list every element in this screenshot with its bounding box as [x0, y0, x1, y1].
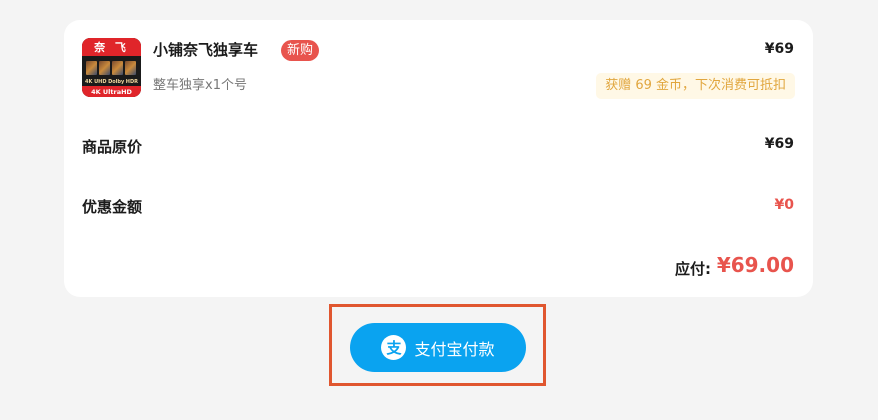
thumbnail-footer: 4K UltraHD [82, 86, 141, 97]
thumbnail-screens [86, 61, 138, 75]
order-card: 奈 飞 4K UHD Dolby HDR 4K UltraHD 小铺奈飞独享车 … [64, 20, 813, 297]
discount-label: 优惠金额 [82, 198, 143, 216]
alipay-button-label: 支付宝付款 [414, 339, 495, 359]
original-price-label: 商品原价 [82, 138, 143, 156]
payable-amount: ¥69.00 [716, 253, 794, 277]
thumbnail-tags: 4K UHD Dolby HDR [85, 79, 138, 85]
product-price: ¥69 [764, 41, 794, 57]
product-thumbnail: 奈 飞 4K UHD Dolby HDR 4K UltraHD [82, 38, 141, 97]
original-price-value: ¥69 [764, 136, 794, 152]
thumbnail-tag: HDR [125, 79, 138, 85]
thumbnail-brand: 奈 飞 [82, 38, 141, 56]
new-purchase-badge: 新购 [281, 40, 320, 61]
checkout-page: 奈 飞 4K UHD Dolby HDR 4K UltraHD 小铺奈飞独享车 … [0, 0, 878, 420]
alipay-icon: 支 [381, 335, 407, 360]
discount-value: ¥0 [774, 197, 794, 213]
thumbnail-tag: Dolby [108, 79, 125, 85]
coin-reward-tip: 获赠 69 金币，下次消费可抵扣 [596, 73, 795, 99]
payable-label: 应付: [675, 260, 711, 278]
alipay-pay-button[interactable]: 支 支付宝付款 [350, 323, 526, 372]
product-subtitle: 整车独享x1个号 [153, 78, 247, 93]
product-title: 小铺奈飞独享车 [153, 41, 259, 59]
thumbnail-tag: 4K UHD [85, 79, 107, 85]
